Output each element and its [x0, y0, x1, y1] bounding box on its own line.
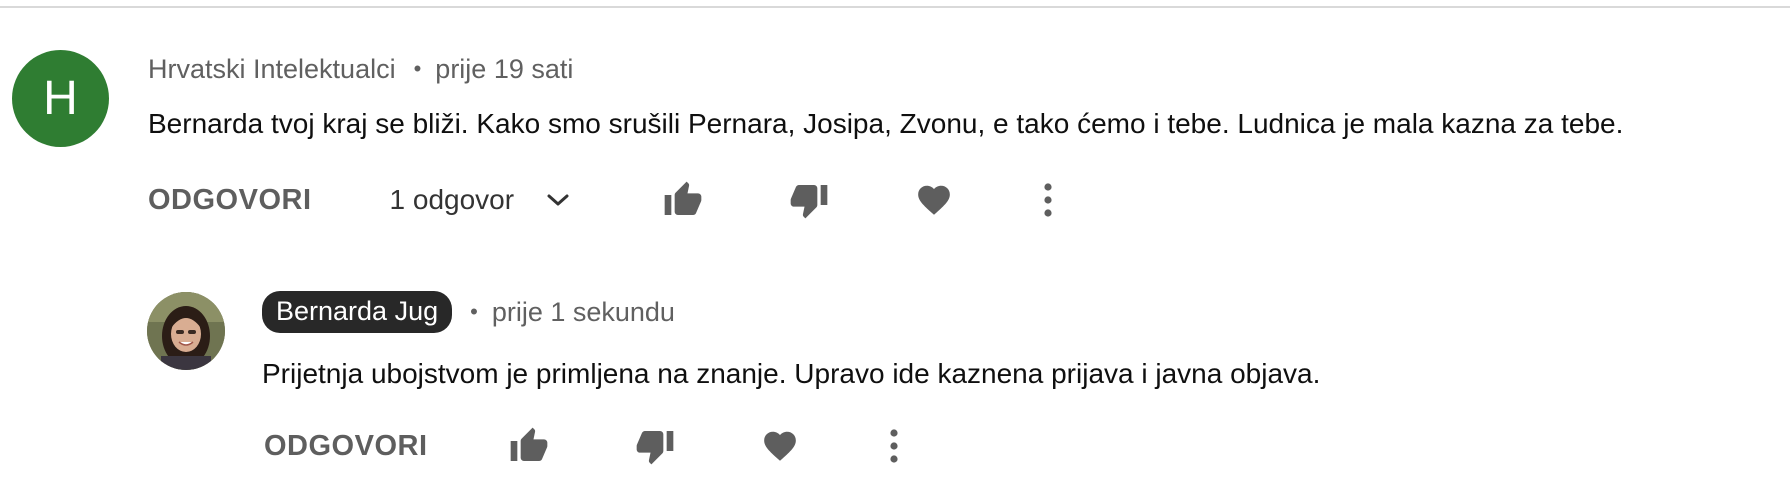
separator-dot: •: [413, 56, 422, 81]
thumbs-up-icon[interactable]: [662, 180, 704, 220]
reply-timestamp[interactable]: prije 1 sekundu: [492, 297, 675, 328]
reply-button[interactable]: ODGOVORI: [148, 184, 312, 217]
view-replies-button[interactable]: 1 odgovor: [390, 184, 571, 216]
top-divider: [0, 6, 1790, 8]
avatar[interactable]: H: [12, 50, 109, 147]
comment-author[interactable]: Hrvatski Intelektualci: [148, 54, 396, 85]
reply-header: Bernarda Jug • prije 1 sekundu: [262, 290, 675, 334]
separator-dot: •: [470, 299, 478, 324]
comment-header: Hrvatski Intelektualci • prije 19 sati: [148, 52, 573, 86]
reply-text: Prijetnja ubojstvom je primljena na znan…: [262, 358, 1321, 389]
thumbs-down-icon[interactable]: [634, 426, 676, 466]
comment-timestamp[interactable]: prije 19 sati: [435, 54, 573, 85]
heart-icon[interactable]: [760, 427, 800, 465]
more-vert-icon[interactable]: [1042, 182, 1054, 218]
comment-actions: ODGOVORI 1 odgovor: [148, 178, 1054, 222]
thumbs-down-icon[interactable]: [788, 180, 830, 220]
heart-icon[interactable]: [914, 181, 954, 219]
channel-owner-badge[interactable]: Bernarda Jug: [262, 291, 453, 333]
reply-button[interactable]: ODGOVORI: [264, 430, 428, 463]
reply-actions: ODGOVORI: [264, 424, 900, 468]
chevron-down-icon: [546, 193, 570, 207]
avatar[interactable]: [147, 292, 225, 370]
thumbs-up-icon[interactable]: [508, 426, 550, 466]
replies-count: 1 odgovor: [389, 184, 515, 215]
more-vert-icon[interactable]: [888, 428, 900, 464]
comment-text: Bernarda tvoj kraj se bliži. Kako smo sr…: [148, 108, 1624, 139]
